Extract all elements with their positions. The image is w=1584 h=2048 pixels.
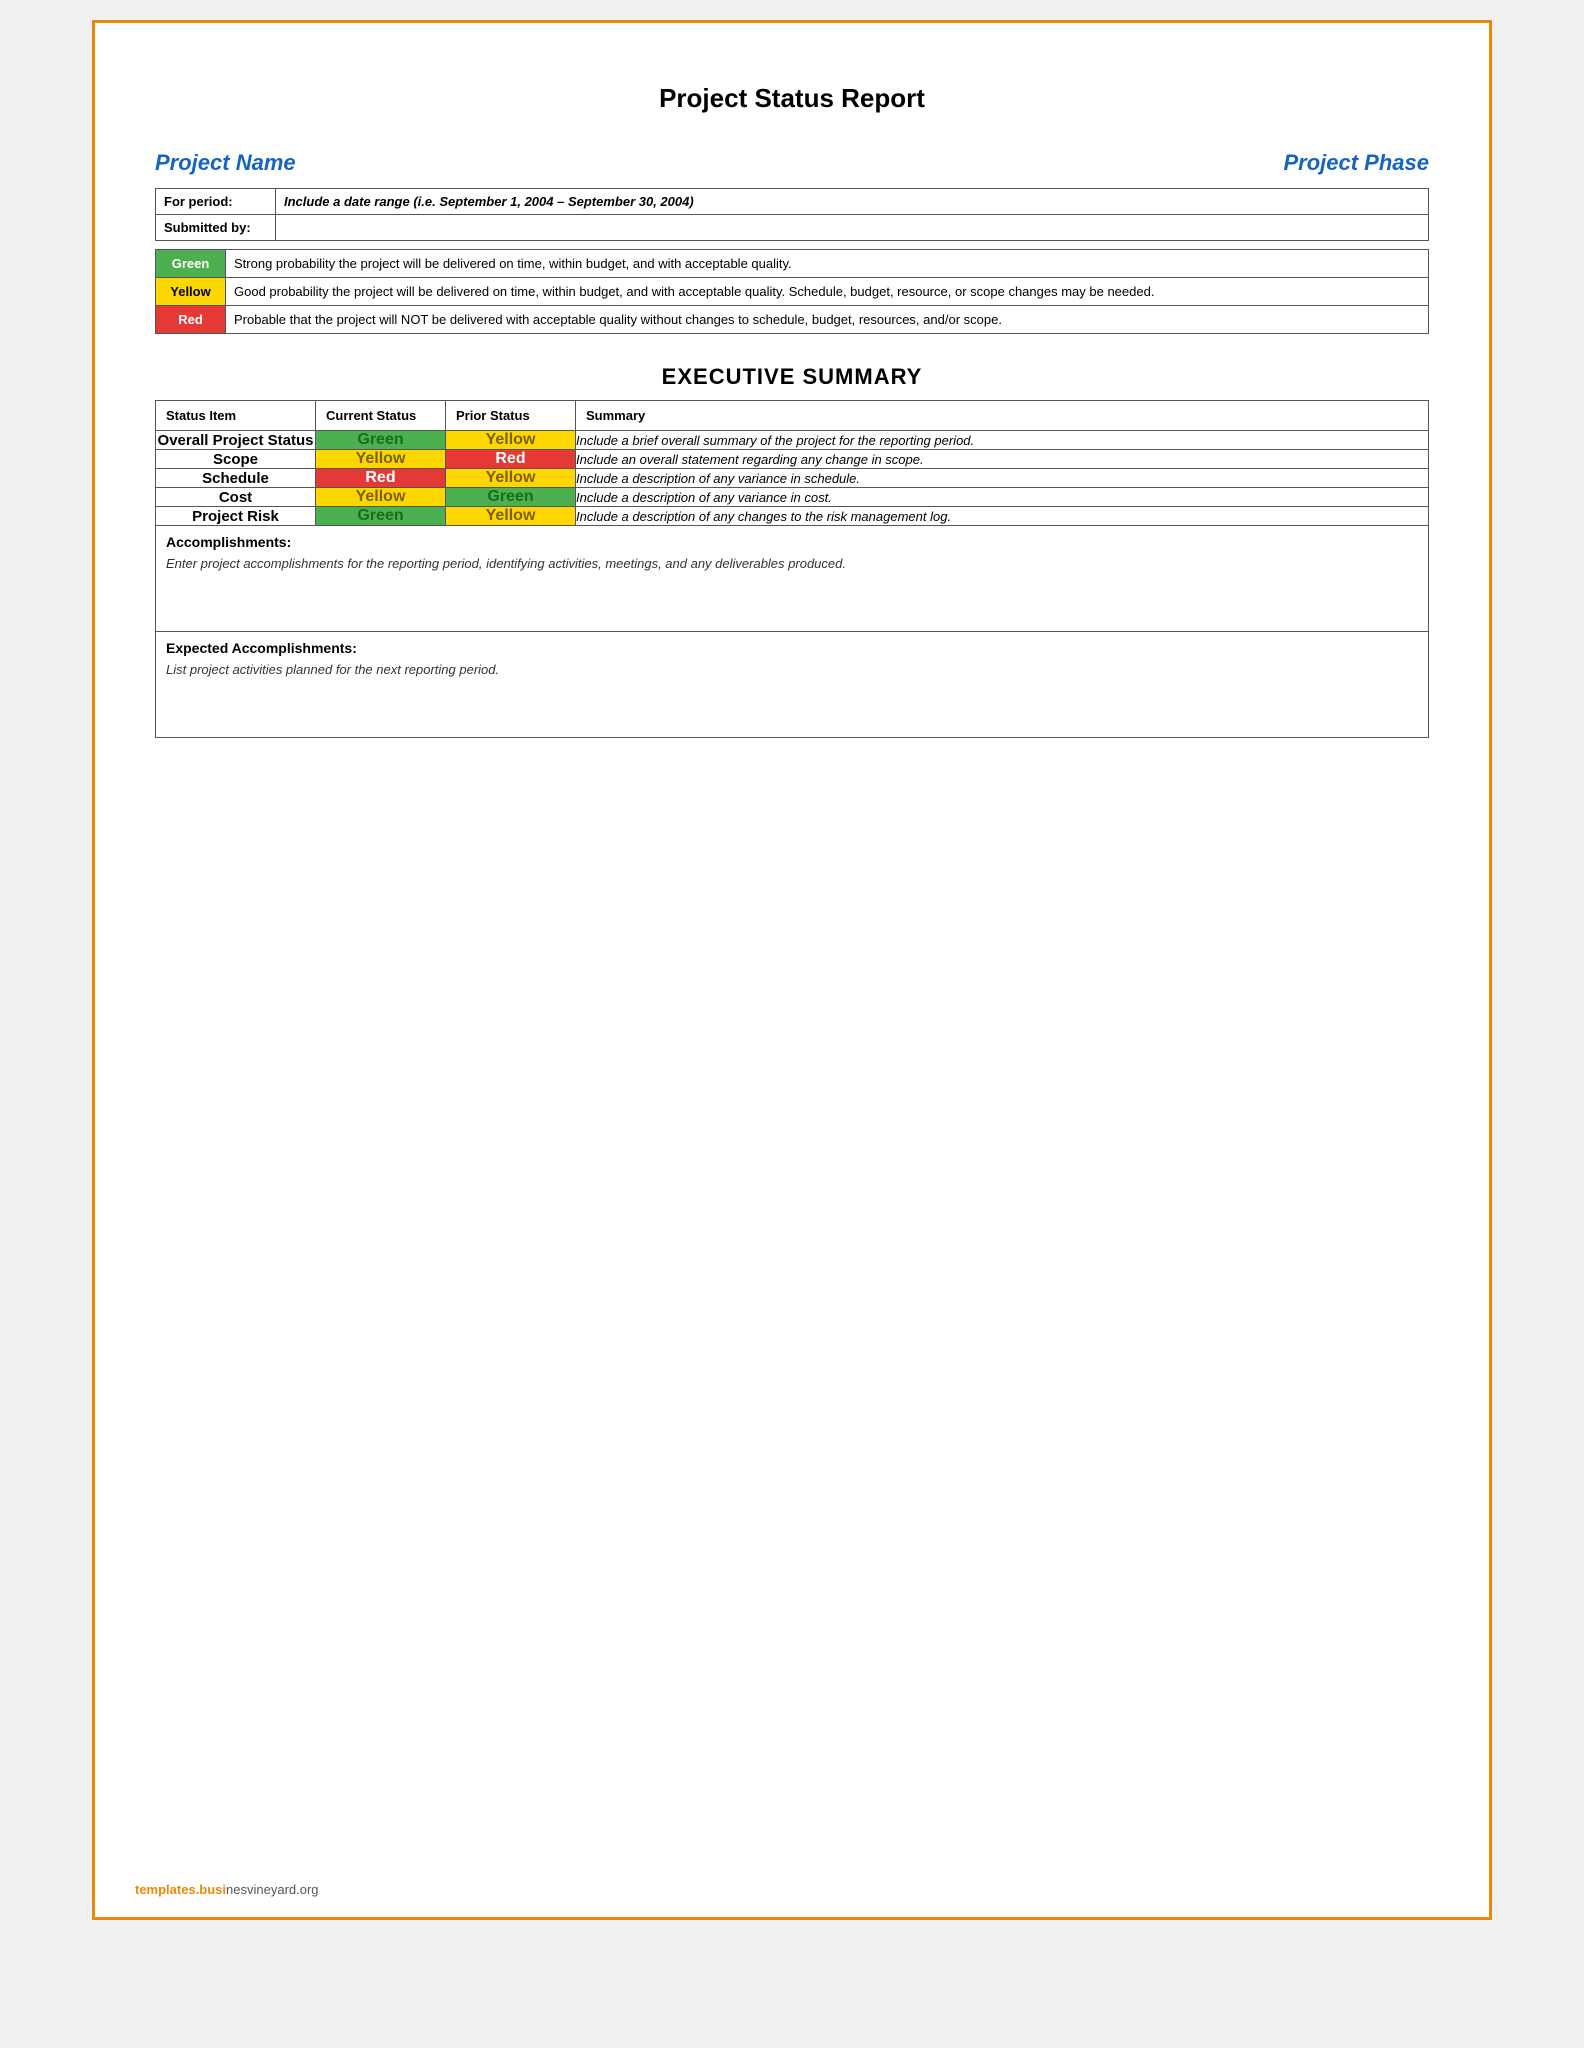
legend-red-cell: Red <box>156 306 226 334</box>
status-item-cell: Schedule <box>156 469 316 488</box>
prior-status-cell: Yellow <box>446 469 576 488</box>
period-row: For period: Include a date range (i.e. S… <box>156 189 1429 215</box>
status-item-cell: Scope <box>156 450 316 469</box>
legend-table: Green Strong probability the project wil… <box>155 249 1429 334</box>
accomplishments-header: Accomplishments: <box>156 526 1428 554</box>
submitted-value <box>276 215 1429 241</box>
exec-row: ScheduleRedYellowInclude a description o… <box>156 469 1429 488</box>
project-name-label: Project Name <box>155 150 296 176</box>
col-summary: Summary <box>576 401 1429 431</box>
legend-red-desc: Probable that the project will NOT be de… <box>226 306 1429 334</box>
expected-header: Expected Accomplishments: <box>156 632 1428 660</box>
prior-status-cell: Yellow <box>446 507 576 526</box>
expected-section: Expected Accomplishments: List project a… <box>155 631 1429 738</box>
col-status-item: Status Item <box>156 401 316 431</box>
summary-cell: Include a description of any variance in… <box>576 469 1429 488</box>
col-prior-status: Prior Status <box>446 401 576 431</box>
exec-row: Overall Project StatusGreenYellowInclude… <box>156 431 1429 450</box>
project-phase-label: Project Phase <box>1283 150 1429 176</box>
status-item-cell: Overall Project Status <box>156 431 316 450</box>
exec-row: Project RiskGreenYellowInclude a descrip… <box>156 507 1429 526</box>
prior-status-cell: Green <box>446 488 576 507</box>
summary-cell: Include a brief overall summary of the p… <box>576 431 1429 450</box>
submitted-label: Submitted by: <box>156 215 276 241</box>
exec-header-row: Status Item Current Status Prior Status … <box>156 401 1429 431</box>
exec-row: CostYellowGreenInclude a description of … <box>156 488 1429 507</box>
info-table: For period: Include a date range (i.e. S… <box>155 188 1429 241</box>
summary-cell: Include an overall statement regarding a… <box>576 450 1429 469</box>
legend-red-row: Red Probable that the project will NOT b… <box>156 306 1429 334</box>
legend-green-row: Green Strong probability the project wil… <box>156 250 1429 278</box>
submitted-row: Submitted by: <box>156 215 1429 241</box>
footer-suffix: nesvineyard.org <box>226 1882 319 1897</box>
exec-row: ScopeYellowRedInclude an overall stateme… <box>156 450 1429 469</box>
current-status-cell: Yellow <box>316 488 446 507</box>
exec-summary-table: Status Item Current Status Prior Status … <box>155 400 1429 526</box>
expected-text: List project activities planned for the … <box>156 660 1428 737</box>
accomplishments-section: Accomplishments: Enter project accomplis… <box>155 526 1429 632</box>
current-status-cell: Green <box>316 431 446 450</box>
current-status-cell: Red <box>316 469 446 488</box>
col-current-status: Current Status <box>316 401 446 431</box>
legend-green-desc: Strong probability the project will be d… <box>226 250 1429 278</box>
status-item-cell: Project Risk <box>156 507 316 526</box>
current-status-cell: Yellow <box>316 450 446 469</box>
status-item-cell: Cost <box>156 488 316 507</box>
footer: templates.businesvineyard.org <box>135 1882 319 1897</box>
summary-cell: Include a description of any variance in… <box>576 488 1429 507</box>
legend-yellow-cell: Yellow <box>156 278 226 306</box>
project-header: Project Name Project Phase <box>155 150 1429 176</box>
prior-status-cell: Yellow <box>446 431 576 450</box>
current-status-cell: Green <box>316 507 446 526</box>
page-title: Project Status Report <box>155 83 1429 114</box>
legend-green-cell: Green <box>156 250 226 278</box>
footer-prefix: templates.busi <box>135 1882 226 1897</box>
legend-yellow-desc: Good probability the project will be del… <box>226 278 1429 306</box>
page-container: Project Status Report Project Name Proje… <box>92 20 1492 1920</box>
legend-yellow-row: Yellow Good probability the project will… <box>156 278 1429 306</box>
period-label: For period: <box>156 189 276 215</box>
prior-status-cell: Red <box>446 450 576 469</box>
accomplishments-text: Enter project accomplishments for the re… <box>156 554 1428 631</box>
exec-summary-title: EXECUTIVE SUMMARY <box>155 364 1429 390</box>
period-value: Include a date range (i.e. September 1, … <box>276 189 1429 215</box>
summary-cell: Include a description of any changes to … <box>576 507 1429 526</box>
